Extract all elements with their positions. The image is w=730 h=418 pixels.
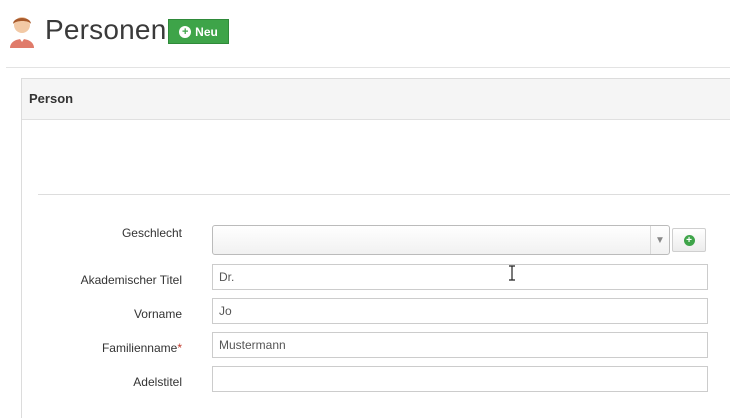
page-title: Personen — [45, 14, 167, 45]
vorname-input[interactable] — [212, 298, 708, 324]
adelstitel-input[interactable] — [212, 366, 708, 392]
label-geschlecht: Geschlecht — [121, 226, 182, 240]
required-marker: * — [177, 341, 182, 355]
plus-circle-icon: + — [683, 234, 695, 246]
label-familienname: Familienname* — [12, 341, 182, 355]
label-adelstitel: Adelstitel — [133, 375, 182, 389]
akademischer-titel-input[interactable] — [212, 264, 708, 290]
text-cursor-icon — [509, 265, 515, 281]
familienname-input[interactable] — [212, 332, 708, 358]
panel-title: Person — [29, 91, 74, 106]
panel-divider — [38, 194, 730, 195]
header-divider — [6, 67, 730, 68]
page-header: Personen + Neu — [0, 0, 730, 68]
familienname-label-text: Familienname — [101, 341, 178, 355]
label-akademischer-titel: Akademischer Titel — [80, 273, 182, 287]
person-avatar-icon — [10, 17, 34, 48]
chevron-down-icon[interactable]: ▼ — [650, 226, 669, 254]
label-vorname: Vorname — [133, 307, 182, 321]
geschlecht-select[interactable]: ▼ — [212, 225, 670, 255]
new-button-label: Neu — [195, 24, 218, 39]
new-button[interactable]: + Neu — [168, 19, 229, 44]
add-geschlecht-button[interactable]: + — [672, 228, 706, 252]
panel-heading: Person — [22, 79, 730, 120]
plus-circle-icon: + — [179, 25, 192, 38]
